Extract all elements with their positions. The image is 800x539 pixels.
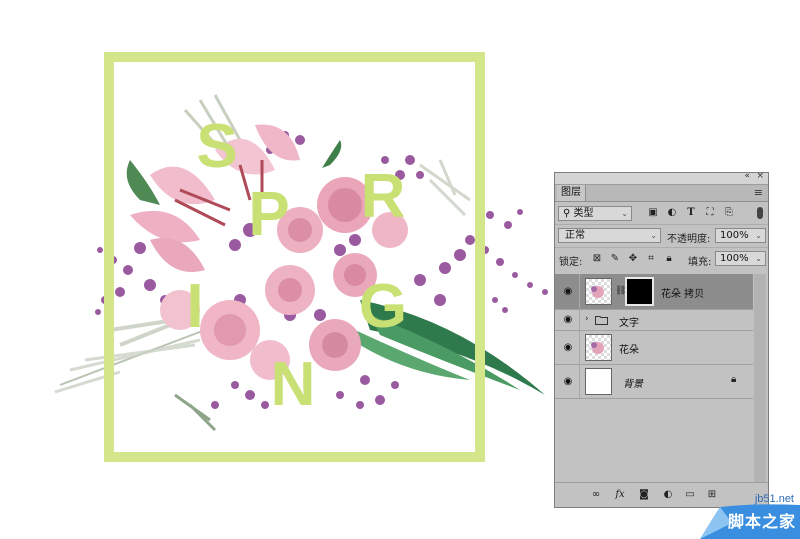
layer-name: 花朵 (619, 345, 639, 356)
link-layers-icon[interactable]: ∞ (589, 488, 603, 501)
opacity-field[interactable]: 100% ⌄ (715, 228, 766, 243)
adjustment-filter-icon[interactable]: ◐ (666, 207, 678, 219)
close-icon[interactable]: × (756, 171, 764, 181)
lock-position-icon[interactable]: ✥ (627, 252, 639, 265)
letter-n: N (271, 350, 316, 419)
watermark: jb51.net 脚本之家 (660, 493, 800, 539)
add-mask-icon[interactable]: ◙ (637, 488, 651, 501)
layers-panel: « × 图层 ≡ ⚲ 类型 ⌄ ▣ ◐ T ⛶ ⎘ 正常 ⌄ 不透明度: 100… (554, 171, 769, 508)
blend-mode-select[interactable]: 正常 ⌄ (558, 228, 661, 243)
letter-r: R (361, 162, 406, 231)
filter-toggle[interactable] (757, 207, 763, 219)
layer-row-text-group[interactable]: ◉ › 文字 (555, 310, 753, 331)
smart-object-filter-icon[interactable]: ⎘ (723, 207, 735, 219)
layer-name: 文字 (619, 318, 639, 329)
blend-mode-value: 正常 (565, 230, 585, 241)
layer-thumbnail (585, 368, 612, 395)
double-chevron-left-icon[interactable]: « (744, 171, 750, 181)
watermark-name: 脚本之家 (727, 512, 796, 531)
panel-scrollbar[interactable] (754, 274, 766, 484)
letter-i: I (186, 272, 203, 341)
letter-p: P (248, 180, 289, 249)
shape-filter-icon[interactable]: ⛶ (704, 207, 716, 219)
chevron-down-icon: ⌄ (650, 231, 657, 240)
fill-value: 100% (720, 253, 749, 264)
chevron-down-icon: ⌄ (755, 231, 762, 240)
filter-type-label: 类型 (573, 208, 594, 219)
search-icon: ⚲ (563, 208, 571, 219)
lock-label: 锁定: (559, 257, 583, 268)
eye-icon[interactable]: ◉ (561, 315, 575, 325)
lock-transparency-icon[interactable]: ⊠ (591, 252, 603, 265)
tab-layers[interactable]: 图层 (557, 185, 586, 201)
fill-label: 填充: (688, 257, 712, 268)
layer-row-background[interactable]: ◉ 背景 🔒︎ (555, 365, 753, 399)
chevron-down-icon: ⌄ (621, 209, 628, 218)
opacity-value: 100% (720, 230, 749, 241)
canvas-artwork: S P R I N G (54, 52, 548, 462)
panel-tab-bar: 图层 ≡ (555, 185, 768, 202)
image-filter-icon[interactable]: ▣ (647, 207, 659, 219)
chevron-right-icon[interactable]: › (585, 314, 589, 324)
folder-icon (595, 316, 608, 325)
fx-icon[interactable]: fx (613, 488, 627, 501)
opacity-label: 不透明度: (667, 234, 711, 245)
panel-title-bar: « × (555, 171, 768, 185)
eye-icon[interactable]: ◉ (561, 377, 575, 387)
chevron-down-icon: ⌄ (755, 254, 762, 263)
letter-g: G (359, 272, 407, 341)
layer-row-flower-copy[interactable]: ◉ ⛓ 花朵 拷贝 (555, 274, 753, 310)
layer-thumbnail (585, 278, 612, 305)
lock-all-icon[interactable]: 🔒︎ (663, 252, 675, 265)
fill-field[interactable]: 100% ⌄ (715, 251, 766, 266)
layer-row-flower[interactable]: ◉ 花朵 (555, 331, 753, 365)
filter-type-select[interactable]: ⚲ 类型 ⌄ (558, 206, 632, 221)
watermark-domain: jb51.net (754, 493, 794, 505)
layer-mask-thumbnail[interactable] (625, 277, 654, 306)
filter-row: ⚲ 类型 ⌄ ▣ ◐ T ⛶ ⎘ (555, 202, 768, 224)
hamburger-icon[interactable]: ≡ (754, 186, 763, 199)
lock-pixels-icon[interactable]: ✎ (609, 252, 621, 265)
layer-name: 背景 (623, 379, 643, 390)
blend-row: 正常 ⌄ 不透明度: 100% ⌄ (555, 224, 768, 247)
layers-list: ◉ ⛓ 花朵 拷贝 ◉ › 文字 ◉ 花朵 ◉ 背景 🔒︎ (555, 274, 753, 399)
eye-icon[interactable]: ◉ (561, 343, 575, 353)
type-filter-icon[interactable]: T (685, 207, 697, 219)
layer-name: 花朵 拷贝 (661, 289, 705, 300)
lock-icon: 🔒︎ (731, 374, 737, 385)
lock-artboard-icon[interactable]: ⌗ (645, 252, 657, 265)
layer-thumbnail (585, 334, 612, 361)
eye-icon[interactable]: ◉ (561, 287, 575, 297)
letter-s: S (196, 112, 237, 181)
lock-row: 锁定: ⊠ ✎ ✥ ⌗ 🔒︎ 填充: 100% ⌄ (555, 247, 768, 270)
